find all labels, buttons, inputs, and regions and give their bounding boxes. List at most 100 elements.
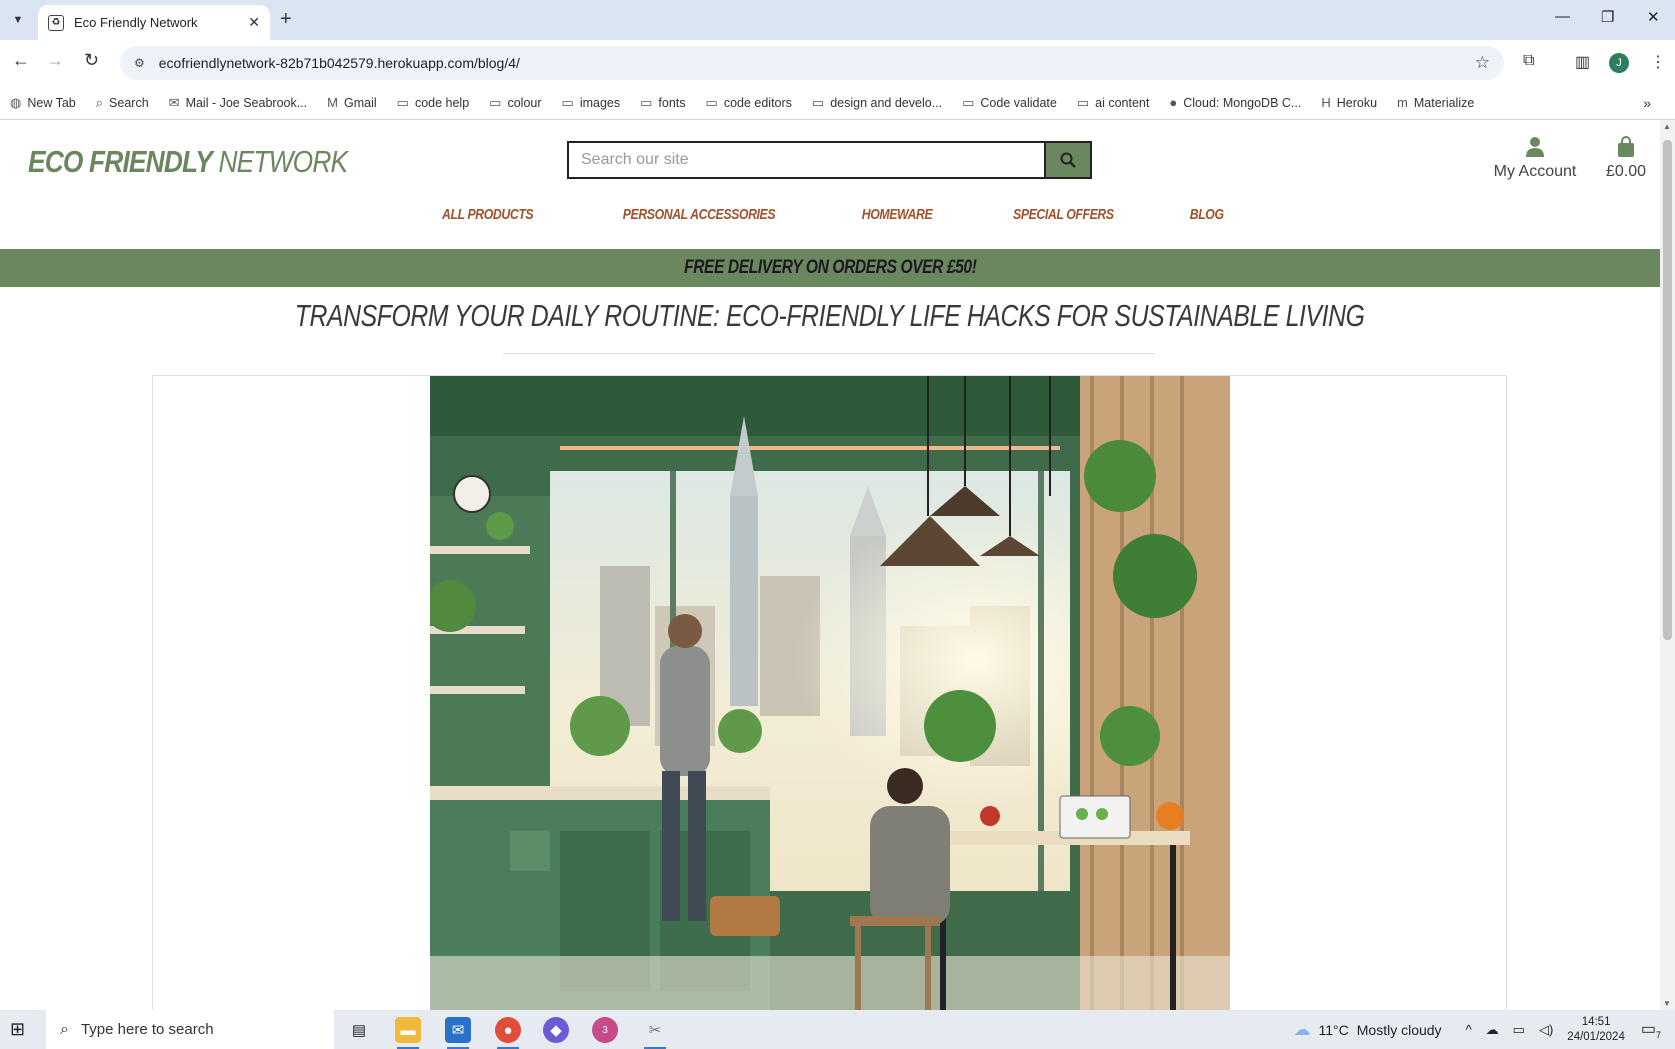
site-search-input[interactable] — [567, 141, 1044, 179]
bookmark-item[interactable]: ● Cloud: MongoDB C... — [1169, 95, 1301, 110]
weather-desc: Mostly cloudy — [1356, 1021, 1442, 1038]
bookmark-label: Mail - Joe Seabrook... — [185, 95, 308, 110]
bookmark-label: Materialize — [1413, 95, 1475, 110]
menu-kebab-icon[interactable]: ⋮ — [1650, 52, 1666, 72]
bookmark-item[interactable]: ▭ fonts — [640, 95, 685, 111]
bookmark-item[interactable]: M Gmail — [327, 95, 377, 110]
url-text: ecofriendlynetwork-82b71b042579.herokuap… — [158, 55, 520, 71]
bookmark-label: ai content — [1095, 95, 1150, 110]
bookmark-item[interactable]: ▭ design and develo... — [812, 95, 942, 111]
scroll-thumb[interactable] — [1663, 140, 1672, 640]
bookmark-label: colour — [507, 95, 542, 110]
bookmark-item[interactable]: ▭ code editors — [706, 95, 792, 111]
copilot-icon[interactable]: ◆ — [543, 1017, 569, 1043]
mail-icon[interactable]: ✉ — [445, 1017, 471, 1049]
bag-total: £0.00 — [1605, 163, 1647, 180]
post-card — [152, 375, 1507, 1010]
profile-avatar[interactable]: J — [1609, 53, 1629, 73]
nav-personal-accessories[interactable]: PERSONAL ACCESSORIES — [622, 206, 775, 223]
site-info-icon[interactable]: ⚙ — [134, 56, 145, 70]
bookmark-item[interactable]: ▭ Code validate — [962, 95, 1057, 111]
back-icon[interactable]: ← — [12, 50, 30, 71]
forward-icon[interactable]: → — [46, 50, 64, 71]
main-navigation: ALL PRODUCTS PERSONAL ACCESSORIES HOMEWA… — [0, 206, 1660, 223]
tray-chevron-icon[interactable]: ^ — [1466, 1022, 1472, 1037]
nav-homeware[interactable]: HOMEWARE — [861, 206, 932, 223]
browser-tab[interactable]: ♻ Eco Friendly Network ✕ — [38, 5, 270, 40]
file-explorer-icon[interactable]: ▬ — [395, 1017, 421, 1049]
bookmark-label: Heroku — [1336, 95, 1378, 110]
gmail-icon: M — [327, 95, 338, 110]
page-scrollbar[interactable]: ▲ ▼ — [1660, 120, 1675, 1010]
bookmark-item[interactable]: ▭ code help — [397, 95, 470, 111]
bookmark-item[interactable]: ⌕ Search — [96, 95, 149, 111]
window-close-icon[interactable]: ✕ — [1647, 8, 1660, 26]
bookmarks-bar: ◍ New Tab ⌕ Search ✉ Mail - Joe Seabrook... M G… — [0, 86, 1675, 120]
tab-close-icon[interactable]: ✕ — [248, 14, 260, 31]
shopping-bag-link[interactable]: £0.00 — [1596, 136, 1656, 181]
folder-icon: ▭ — [489, 94, 502, 110]
bookmark-label: Search — [109, 95, 149, 110]
snipping-tool-icon[interactable]: ✂ — [642, 1017, 668, 1049]
folder-icon: ▭ — [705, 94, 718, 110]
kitchen-scene-illustration — [430, 376, 1230, 1010]
network-icon[interactable]: ▭ — [1513, 1022, 1525, 1038]
site-search-button[interactable] — [1044, 141, 1092, 179]
onedrive-icon[interactable]: ☁ — [1486, 1022, 1499, 1038]
bookmark-label: Code validate — [980, 95, 1057, 110]
bookmark-label: Gmail — [344, 95, 377, 110]
bookmark-label: Cloud: MongoDB C... — [1183, 95, 1302, 110]
bookmark-item[interactable]: ▭ images — [562, 95, 621, 111]
bookmark-item[interactable]: ▭ colour — [489, 95, 541, 111]
slack-icon[interactable]: 3 — [592, 1017, 618, 1043]
nav-blog[interactable]: BLOG — [1190, 206, 1224, 223]
user-icon — [1490, 136, 1580, 163]
weather-widget[interactable]: ☁ 11°C Mostly cloudy — [1294, 1020, 1442, 1040]
site-favicon-icon: ♻ — [48, 14, 64, 31]
site-logo[interactable]: ECO FRIENDLY NETWORK — [28, 144, 348, 180]
bookmark-item[interactable]: ▭ ai content — [1077, 95, 1150, 111]
shopping-bag-icon — [1596, 136, 1656, 163]
bookmark-label: New Tab — [27, 95, 76, 110]
bookmark-item[interactable]: m Materialize — [1397, 95, 1474, 110]
taskbar-search-box[interactable]: ⌕ Type here to search — [46, 1010, 334, 1049]
search-icon — [1060, 152, 1076, 168]
post-title-text: TRANSFORM YOUR DAILY ROUTINE: ECO-FRIEND… — [295, 298, 1365, 333]
chrome-icon[interactable]: ● — [495, 1017, 521, 1049]
search-icon: ⌕ — [60, 1020, 69, 1038]
weather-temp: 11°C — [1318, 1021, 1349, 1038]
slack-badge: 3 — [602, 1024, 608, 1036]
new-tab-button[interactable]: + — [280, 8, 292, 31]
windows-start-icon[interactable]: ⊞ — [10, 1019, 25, 1040]
nav-all-products[interactable]: ALL PRODUCTS — [442, 206, 534, 223]
extensions-icon[interactable]: ⧉ — [1523, 52, 1534, 70]
bookmark-label: code help — [414, 95, 470, 110]
restore-icon[interactable]: ❐ — [1601, 8, 1614, 26]
bookmark-star-icon[interactable]: ☆ — [1475, 53, 1490, 73]
my-account-link[interactable]: My Account — [1490, 136, 1580, 181]
globe-icon: ◍ — [10, 94, 22, 110]
scroll-up-icon[interactable]: ▲ — [1663, 122, 1671, 131]
nav-special-offers[interactable]: SPECIAL OFFERS — [1013, 206, 1114, 223]
clock[interactable]: 14:51 24/01/2024 — [1567, 1015, 1625, 1045]
system-tray: ☁ 11°C Mostly cloudy ^ ☁ ▭ ◁) 14:51 24/0… — [1294, 1010, 1675, 1049]
clock-date: 24/01/2024 — [1567, 1030, 1625, 1043]
cloud-icon: ☁ — [1293, 1019, 1311, 1039]
bookmark-label: fonts — [658, 95, 686, 110]
bookmark-item[interactable]: ◍ New Tab — [10, 95, 76, 111]
volume-icon[interactable]: ◁) — [1539, 1022, 1553, 1038]
address-bar[interactable]: ⚙ ecofriendlynetwork-82b71b042579.heroku… — [120, 46, 1504, 80]
my-account-label: My Account — [1493, 163, 1577, 180]
bookmark-label: code editors — [723, 95, 792, 110]
tab-search-chevron-icon[interactable]: ▼ — [8, 10, 28, 30]
bookmarks-overflow-icon[interactable]: » — [1643, 95, 1651, 111]
bookmark-item[interactable]: ✉ Mail - Joe Seabrook... — [169, 95, 308, 111]
task-view-icon[interactable]: ▤ — [346, 1017, 372, 1043]
minimize-icon[interactable]: — — [1555, 8, 1570, 25]
taskbar-search-placeholder: Type here to search — [80, 1021, 214, 1038]
scroll-down-icon[interactable]: ▼ — [1663, 999, 1671, 1008]
bookmark-item[interactable]: H Heroku — [1321, 95, 1377, 110]
side-panel-icon[interactable]: ▥ — [1575, 52, 1590, 72]
reload-icon[interactable]: ↻ — [84, 50, 99, 71]
notification-center-icon[interactable]: ▭7 — [1641, 1019, 1661, 1040]
